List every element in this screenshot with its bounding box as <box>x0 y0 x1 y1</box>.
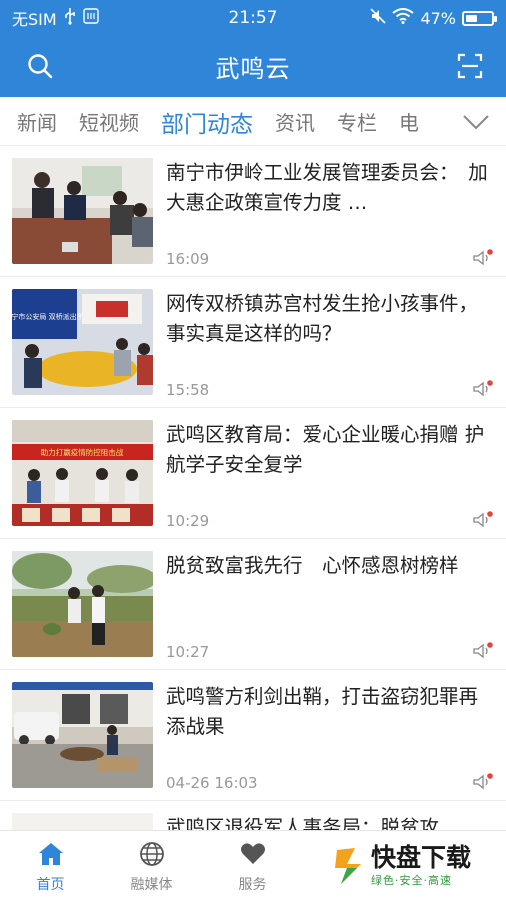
app-header: 武鸣云 <box>0 36 506 97</box>
search-icon <box>28 54 53 79</box>
thumbnail-banner-text: 助力打赢疫情防控阻击战 <box>41 447 124 457</box>
scan-button[interactable] <box>452 48 488 84</box>
globe-icon <box>139 842 164 866</box>
news-time: 04-26 16:03 <box>166 774 258 792</box>
tab-partial[interactable]: 电 <box>399 107 419 136</box>
tab-column[interactable]: 专栏 <box>337 107 377 136</box>
list-item[interactable]: 助力打赢疫情防控阻击战 武鸣区教育局：爱心企业暖心捐赠 护航学子安全复学 10:… <box>0 408 506 539</box>
speaker-button[interactable] <box>472 641 494 661</box>
page-title: 武鸣云 <box>215 55 291 83</box>
news-title: 网传双桥镇苏宫村发生抢小孩事件，事实真是这样的吗？ <box>166 292 479 345</box>
speaker-button[interactable] <box>472 379 494 399</box>
debug-icon <box>82 7 99 29</box>
list-item[interactable]: 南宁市公安局 双桥派出所 网传双桥镇苏宫村发生抢小孩事件，事实真是这样的吗？ 1… <box>0 277 506 408</box>
tab-short-video[interactable]: 短视频 <box>79 107 139 136</box>
category-tabs: 新闻 短视频 部门动态 资讯 专栏 电 <box>0 97 506 146</box>
home-icon <box>38 843 63 865</box>
news-thumbnail: 助力打赢疫情防控阻击战 <box>12 420 153 526</box>
usb-icon <box>63 7 77 29</box>
news-thumbnail <box>12 158 153 264</box>
tab-department-news[interactable]: 部门动态 <box>161 105 253 139</box>
news-time: 10:27 <box>166 643 210 661</box>
speaker-icon <box>473 249 493 266</box>
news-title: 脱贫致富我先行 心怀感恩树榜样 <box>166 554 459 577</box>
list-item[interactable]: 武鸣警方利剑出鞘，打击盗窃犯罪再添战果 04-26 16:03 <box>0 670 506 801</box>
nav-media-label: 融媒体 <box>130 877 173 893</box>
chevron-down-icon <box>463 114 489 129</box>
thumbnail-sign-text: 南宁市公安局 双桥派出所 <box>12 312 84 321</box>
speaker-button[interactable] <box>472 772 494 792</box>
nav-home[interactable]: 首页 <box>0 831 101 900</box>
tab-information[interactable]: 资讯 <box>275 107 315 136</box>
wifi-icon <box>392 8 415 28</box>
list-item[interactable]: 脱贫致富我先行 心怀感恩树榜样 10:27 <box>0 539 506 670</box>
list-item[interactable]: 南宁市伊岭工业发展管理委员会： 加大惠企政策宣传力度 … 16:09 <box>0 146 506 277</box>
news-thumbnail <box>12 682 153 788</box>
tab-news[interactable]: 新闻 <box>17 107 57 136</box>
news-time: 15:58 <box>166 381 210 399</box>
nav-service[interactable]: 服务 <box>202 831 303 900</box>
speaker-icon <box>473 511 493 528</box>
heart-icon <box>240 843 265 864</box>
watermark-title: 快盘下载 <box>371 843 472 872</box>
search-button[interactable] <box>22 48 58 84</box>
nav-service-label: 服务 <box>238 877 267 893</box>
top-bar: 无SIM 47% 21:57 武鸣云 <box>0 0 506 97</box>
list-item[interactable]: 武鸣区退役军人事务局：脱贫攻 <box>0 801 506 830</box>
news-list: 南宁市伊岭工业发展管理委员会： 加大惠企政策宣传力度 … 16:09 南宁市公安… <box>0 146 506 830</box>
news-title: 武鸣区退役军人事务局：脱贫攻 <box>166 816 440 830</box>
news-title: 南宁市伊岭工业发展管理委员会： 加大惠企政策宣传力度 … <box>166 161 488 214</box>
scan-icon <box>457 53 483 79</box>
nav-media[interactable]: 融媒体 <box>101 831 202 900</box>
news-time: 10:29 <box>166 512 210 530</box>
news-thumbnail: 南宁市公安局 双桥派出所 <box>12 289 153 395</box>
mute-icon <box>370 8 387 28</box>
news-time: 16:09 <box>166 250 210 268</box>
carrier-label: 无SIM <box>12 10 57 29</box>
nav-home-label: 首页 <box>36 877 65 893</box>
tabs-expand-button[interactable] <box>440 97 506 145</box>
watermark-logo: 快盘下载 绿色·安全·高速 <box>333 840 498 892</box>
speaker-icon <box>473 642 493 659</box>
speaker-icon <box>473 773 493 790</box>
battery-percent: 47% <box>420 8 456 28</box>
watermark-subtitle: 绿色·安全·高速 <box>371 874 452 887</box>
speaker-button[interactable] <box>472 510 494 530</box>
speaker-icon <box>473 380 493 397</box>
lightning-logo-icon <box>335 848 361 884</box>
news-title: 武鸣区教育局：爱心企业暖心捐赠 护航学子安全复学 <box>166 423 485 476</box>
speaker-button[interactable] <box>472 248 494 268</box>
news-thumbnail <box>12 813 153 830</box>
status-bar: 无SIM 47% <box>0 0 506 36</box>
news-title: 武鸣警方利剑出鞘，打击盗窃犯罪再添战果 <box>166 685 479 738</box>
battery-icon <box>462 10 497 26</box>
news-thumbnail <box>12 551 153 657</box>
